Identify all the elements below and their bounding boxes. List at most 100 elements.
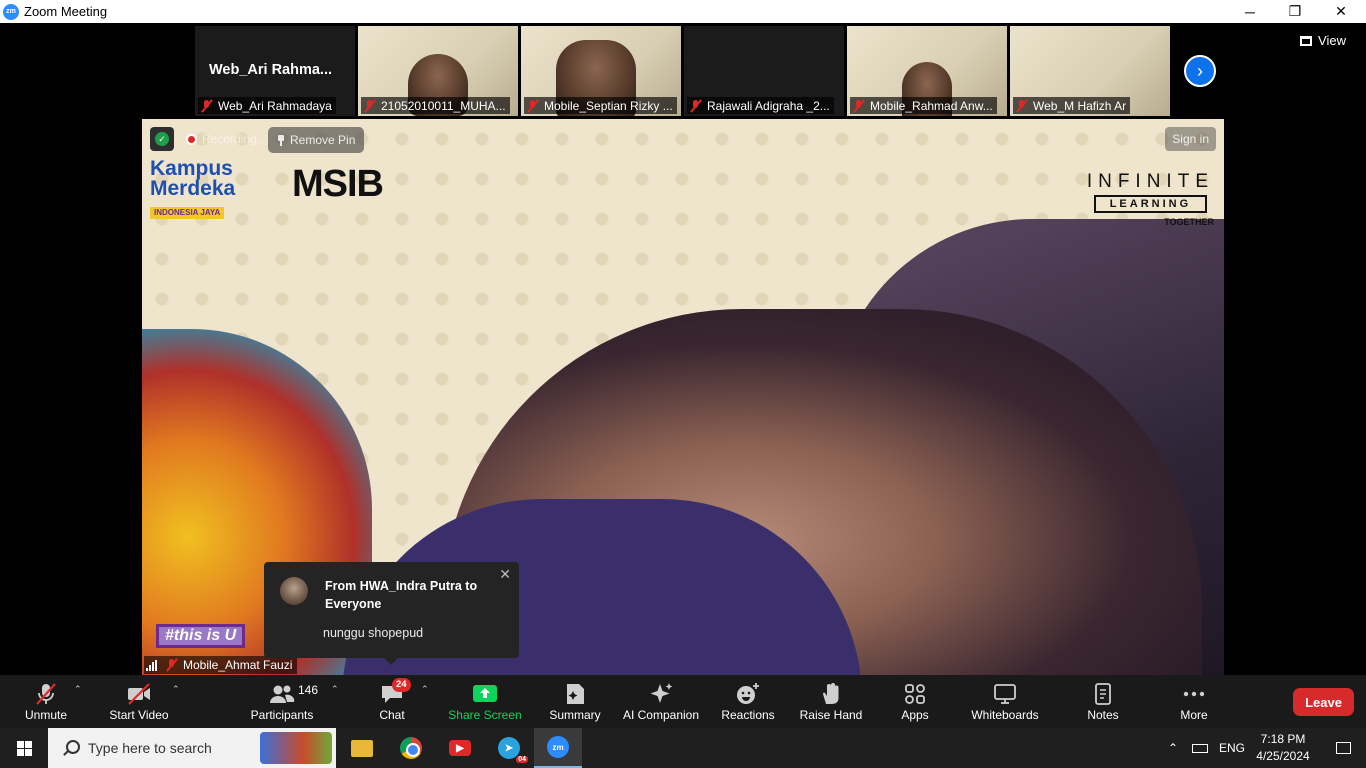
- camera-off-icon: [125, 680, 153, 708]
- participant-name-large: Web_Ari Rahma...: [209, 62, 333, 78]
- emoji-plus-icon: [735, 680, 761, 708]
- leave-button[interactable]: Leave: [1293, 688, 1354, 716]
- share-screen-icon: [472, 680, 498, 708]
- apps-button[interactable]: Apps: [895, 675, 935, 728]
- mic-muted-icon: [689, 99, 703, 113]
- more-dots-icon: [1182, 680, 1206, 708]
- start-button[interactable]: [0, 728, 48, 768]
- battery-tray-icon[interactable]: [1192, 728, 1208, 768]
- notification-icon: [1335, 742, 1351, 754]
- mic-muted-icon: [165, 658, 179, 672]
- chat-notification[interactable]: From HWA_Indra Putra to Everyone nunggu …: [264, 562, 519, 665]
- participant-label: 21052010011_MUHA...: [361, 97, 510, 114]
- chat-options-caret[interactable]: ⌃: [421, 684, 429, 695]
- chat-unread-badge: 24: [392, 678, 411, 692]
- signal-strength-icon: [146, 659, 160, 671]
- search-icon: [62, 740, 80, 756]
- notes-icon: [1093, 680, 1113, 708]
- maximize-button[interactable]: ❐: [1272, 0, 1318, 23]
- participant-label: Mobile_Rahmad Anw...: [850, 97, 997, 114]
- mic-muted-icon: [363, 99, 377, 113]
- participants-options-caret[interactable]: ⌃: [331, 684, 339, 695]
- mic-muted-icon: [200, 99, 214, 113]
- msib-logo: MSIB: [292, 163, 384, 205]
- chevron-right-icon: ›: [1197, 60, 1203, 81]
- remove-pin-button[interactable]: Remove Pin: [268, 127, 365, 153]
- telegram-icon: ➤ 04: [498, 737, 528, 763]
- mic-muted-icon: [852, 99, 866, 113]
- apps-icon: [904, 680, 926, 708]
- participant-tile[interactable]: Rajawali Adigraha _2...: [684, 26, 844, 116]
- sparkle-icon: [648, 680, 674, 708]
- chat-message: nunggu shopepud: [323, 626, 424, 640]
- audio-options-caret[interactable]: ⌃: [74, 684, 82, 695]
- infinite-learning-logo: INFINITE LEARNING TOGETHER: [1086, 171, 1214, 227]
- share-screen-button[interactable]: Share Screen: [448, 675, 522, 728]
- encryption-shield-icon[interactable]: ✓: [150, 127, 174, 151]
- recording-dot-icon: [186, 133, 197, 145]
- folder-icon: [351, 739, 373, 757]
- minimize-button[interactable]: ─: [1227, 0, 1273, 23]
- participant-label: Mobile_Septian Rizky ...: [524, 97, 677, 114]
- recording-indicator[interactable]: Recording...: [186, 132, 267, 146]
- windows-logo-icon: [16, 740, 32, 756]
- participant-label: Web_M Hafizh Ar: [1013, 97, 1131, 114]
- chrome-taskbar-button[interactable]: [387, 728, 435, 768]
- language-indicator[interactable]: ENG: [1219, 728, 1245, 768]
- chevron-up-icon: ⌃: [1168, 741, 1179, 755]
- zoom-icon: zm: [547, 736, 569, 758]
- close-button[interactable]: ✕: [1318, 0, 1364, 23]
- system-clock[interactable]: 7:18 PM 4/25/2024: [1245, 731, 1321, 765]
- participant-tile[interactable]: Web_M Hafizh Ar: [1010, 26, 1170, 116]
- title-bar: zm Zoom Meeting ─ ❐ ✕: [0, 0, 1366, 23]
- mic-muted-icon: [1015, 99, 1029, 113]
- youtube-taskbar-button[interactable]: ▶: [436, 728, 484, 768]
- participant-tile[interactable]: Mobile_Septian Rizky ...: [521, 26, 681, 116]
- participant-tile[interactable]: Web_Ari Rahma... Web_Ari Rahmadaya: [195, 26, 355, 116]
- chrome-icon: [400, 737, 422, 759]
- start-video-button[interactable]: Start Video: [104, 675, 174, 728]
- more-button[interactable]: More: [1172, 675, 1216, 728]
- participant-label: Web_Ari Rahmadaya: [198, 97, 336, 114]
- view-button[interactable]: View: [1300, 33, 1346, 48]
- notes-button[interactable]: Notes: [1080, 675, 1126, 728]
- zoom-taskbar-button[interactable]: zm: [534, 728, 582, 768]
- reactions-button[interactable]: Reactions: [718, 675, 778, 728]
- chat-sender: From HWA_Indra Putra to Everyone: [325, 579, 478, 611]
- sign-in-button[interactable]: Sign in: [1165, 127, 1216, 151]
- view-icon: [1300, 35, 1313, 46]
- telegram-taskbar-button[interactable]: ➤ 04: [485, 728, 533, 768]
- participant-tile[interactable]: Mobile_Rahmad Anw...: [847, 26, 1007, 116]
- whiteboard-icon: [993, 680, 1017, 708]
- show-hidden-icons-button[interactable]: ⌃: [1168, 728, 1178, 768]
- window-title: Zoom Meeting: [24, 4, 108, 19]
- participants-icon: [268, 680, 296, 708]
- taskbar-search[interactable]: [48, 728, 336, 768]
- summary-button[interactable]: Summary: [545, 675, 605, 728]
- kampus-merdeka-logo: Kampus Merdeka INDONESIA JAYA: [150, 157, 236, 219]
- hashtag-banner: #this is U: [156, 624, 246, 648]
- whiteboards-button[interactable]: Whiteboards: [966, 675, 1044, 728]
- participants-count: 146: [298, 683, 319, 697]
- battery-icon: [1192, 743, 1208, 753]
- search-input[interactable]: [88, 740, 248, 756]
- participant-label: Rajawali Adigraha _2...: [687, 97, 834, 114]
- next-page-button[interactable]: ›: [1184, 55, 1216, 87]
- video-options-caret[interactable]: ⌃: [172, 684, 180, 695]
- participant-tile[interactable]: 21052010011_MUHA...: [358, 26, 518, 116]
- unmute-button[interactable]: Unmute: [18, 675, 74, 728]
- avatar: [280, 577, 308, 605]
- summary-icon: [564, 680, 586, 708]
- file-explorer-taskbar-button[interactable]: [338, 728, 386, 768]
- pinned-participant-label: Mobile_Ahmat Fauzi: [144, 656, 298, 674]
- mic-muted-icon: [526, 99, 540, 113]
- meeting-toolbar: Unmute ⌃ Start Video ⌃ Participants 146 …: [0, 675, 1366, 728]
- notifications-button[interactable]: [1323, 728, 1363, 768]
- close-icon[interactable]: ✕: [499, 566, 511, 583]
- ai-companion-button[interactable]: AI Companion: [620, 675, 702, 728]
- chat-button[interactable]: 24 Chat: [372, 675, 412, 728]
- youtube-icon: ▶: [449, 740, 471, 756]
- windows-taskbar: ▶ ➤04 zm ⌃ ENG 7:18 PM 4/25/2024: [0, 728, 1366, 768]
- microphone-muted-icon: [33, 680, 59, 708]
- raise-hand-button[interactable]: Raise Hand: [798, 675, 864, 728]
